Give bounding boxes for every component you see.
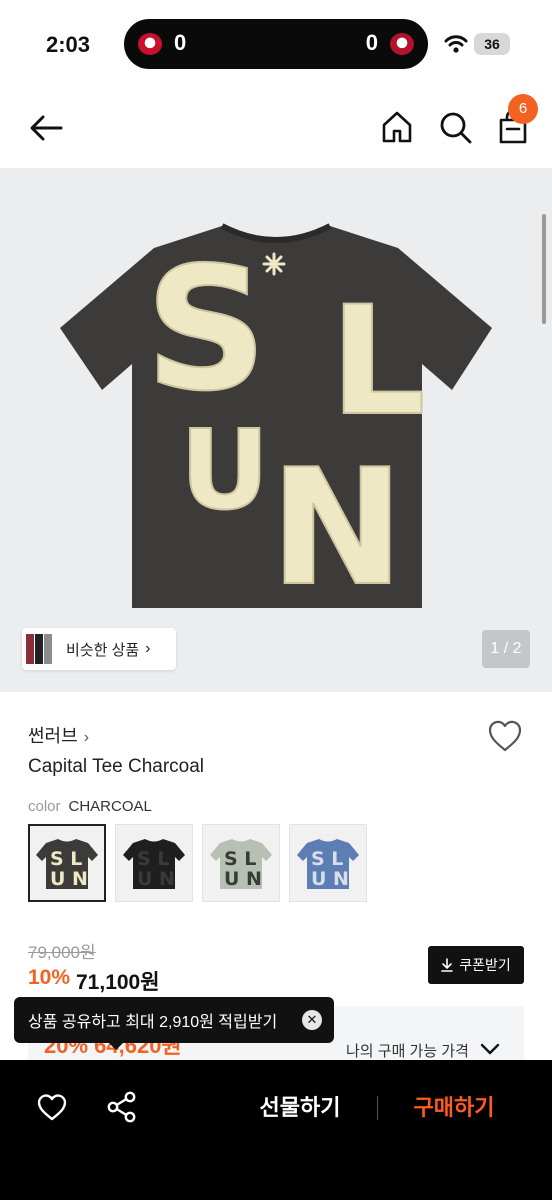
status-bar: 2:03 0 0 36 [0, 0, 552, 90]
svg-text:S L: S L [224, 848, 256, 870]
share-icon[interactable] [106, 1090, 138, 1124]
top-navigation [0, 90, 552, 168]
scroll-indicator [542, 214, 546, 324]
chevron-down-icon [480, 1043, 500, 1055]
discount-rate: 10% [28, 966, 71, 989]
chevron-right-icon: › [145, 640, 151, 657]
color-label: color [28, 798, 61, 815]
score-left: 0 [174, 30, 187, 55]
team-logo-left-icon [138, 33, 162, 55]
svg-text:U N: U N [50, 868, 88, 890]
swatch-charcoal[interactable]: S L U N [28, 824, 106, 902]
svg-text:U N: U N [224, 868, 262, 890]
swatch-image: S L U N [123, 839, 185, 890]
swatch-sage[interactable]: S L U N [202, 824, 280, 902]
swatch-image: S L U N [36, 839, 98, 890]
graphic-letter-l: L [330, 275, 426, 449]
divider [377, 1096, 378, 1120]
gift-button[interactable]: 선물하기 [240, 1090, 360, 1126]
coupon-download-button[interactable]: 쿠폰받기 [428, 946, 524, 984]
graphic-letter-n: N [270, 434, 404, 621]
svg-text:S L: S L [311, 848, 343, 870]
swatch-black[interactable]: S L U N [115, 824, 193, 902]
back-button[interactable] [26, 110, 66, 146]
product-image: S L U N [60, 223, 492, 622]
close-icon[interactable]: ✕ [302, 1010, 322, 1030]
share-reward-tooltip: 상품 공유하고 최대 2,910원 적립받기 ✕ [14, 997, 334, 1043]
cart-count-badge: 6 [508, 94, 538, 124]
chevron-right-icon: › [83, 729, 90, 746]
image-page-indicator: 1 / 2 [482, 630, 530, 668]
swatch-image: S L U N [210, 839, 272, 890]
graphic-letter-u: U [180, 406, 269, 534]
svg-text:S L: S L [50, 848, 82, 870]
product-title: Capital Tee Charcoal [28, 756, 205, 777]
product-image-carousel[interactable]: S L U N 비슷한 상품 › 1 / 2 [0, 168, 552, 692]
coupon-label: 쿠폰받기 [459, 957, 511, 973]
download-icon [441, 958, 454, 972]
original-price: 79,000원 [28, 943, 96, 962]
buy-button[interactable]: 구매하기 [394, 1090, 514, 1126]
live-score-island[interactable]: 0 0 [124, 19, 428, 69]
similar-products-label: 비슷한 상품 [66, 641, 140, 659]
color-swatches: S L U N S L U N S L U N S L U N [28, 824, 367, 902]
swatch-image: S L U N [297, 839, 359, 890]
score-right: 0 [365, 30, 378, 55]
search-icon[interactable] [436, 108, 474, 146]
wifi-icon [444, 35, 468, 53]
svg-text:S L: S L [137, 848, 169, 870]
team-logo-right-icon [390, 33, 414, 55]
color-row: color CHARCOAL [28, 798, 152, 815]
swatch-blue[interactable]: S L U N [289, 824, 367, 902]
tooltip-pointer [108, 1042, 124, 1050]
similar-products-thumbnail [22, 628, 52, 670]
graphic-letter-s: S [145, 231, 267, 429]
svg-text:U N: U N [311, 868, 349, 890]
battery-level: 36 [484, 36, 500, 52]
my-price-label: 나의 구매 가능 가격 [346, 1043, 469, 1060]
color-value: CHARCOAL [68, 798, 152, 815]
battery-indicator: 36 [474, 33, 510, 55]
home-icon[interactable] [378, 108, 416, 146]
wishlist-heart-icon[interactable] [486, 718, 524, 754]
svg-text:U N: U N [137, 868, 175, 890]
heart-icon[interactable] [36, 1092, 68, 1122]
bottom-action-bar: 선물하기 구매하기 [0, 1060, 552, 1200]
sale-price: 71,100원 [76, 971, 160, 994]
status-time: 2:03 [46, 32, 91, 57]
brand-name: 썬러브 [28, 726, 78, 746]
tooltip-message: 상품 공유하고 최대 2,910원 적립받기 [28, 1014, 278, 1031]
brand-link[interactable]: 썬러브 › [28, 722, 89, 748]
similar-products-button[interactable]: 비슷한 상품 › [22, 628, 176, 670]
back-arrow-icon [30, 115, 63, 141]
